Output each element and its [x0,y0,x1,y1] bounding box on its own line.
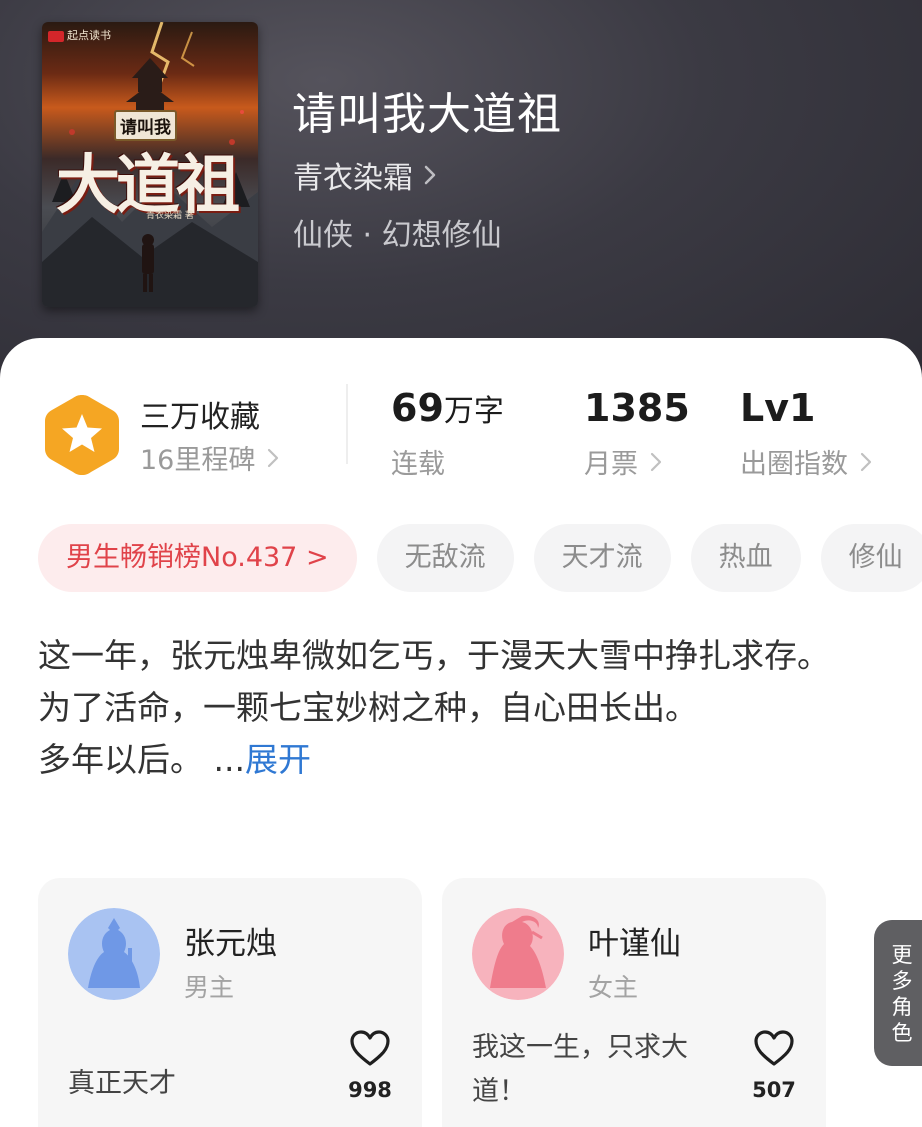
cover-publisher-logo: 起点读书 [48,27,111,43]
character-role: 女主 [588,973,639,1002]
cover-author: 青衣染霜 著 [146,211,194,221]
synopsis-paragraph: 多年以后。 ... [38,740,245,779]
publisher-badge-icon [48,30,64,42]
more-roles-char: 多 [891,969,913,993]
monthly-tickets-label: 月票 [584,449,638,480]
collection-badge-icon [45,395,119,475]
heart-icon[interactable] [752,1028,796,1068]
milestones-label: 16里程碑 [140,445,256,476]
author-name: 青衣染霜 [293,161,413,196]
chevron-right-icon [860,452,872,471]
more-roles-char: 更 [891,943,913,967]
stats-row: 三万收藏 16里程碑 69万字 连载 1385 月票 Lv1 出圈指数 [0,338,922,498]
character-avatar [68,908,160,1000]
like-count: 507 [752,1078,796,1102]
book-title: 请叫我大道祖 [292,89,562,140]
tag-list: 男生畅销榜No.437 > 无敌流 天才流 热血 修仙 [38,524,922,592]
tag-ranking[interactable]: 男生畅销榜No.437 > [38,524,357,592]
character-card[interactable]: 叶谨仙 女主 我这一生，只求大道！ 507 [442,878,826,1127]
female-silhouette-icon [472,908,564,1000]
character-quote: 真正天才 [68,1068,176,1099]
character-name: 张元烛 [184,926,277,962]
character-role: 男主 [184,973,235,1002]
tag-item[interactable]: 热血 [690,524,801,592]
stats-divider [346,384,348,464]
expand-synopsis-link[interactable]: 展开 [245,740,311,779]
author-link[interactable]: 青衣染霜 [293,155,437,196]
monthly-tickets-link[interactable]: 月票 [584,442,662,481]
more-roles-char: 角 [891,995,913,1019]
tag-item[interactable]: 修仙 [820,524,922,592]
monthly-tickets-count: 1385 [584,386,690,430]
character-name: 叶谨仙 [588,926,681,962]
collection-count: 三万收藏 [140,400,260,435]
more-roles-char: 色 [891,1021,913,1045]
book-cover[interactable]: 起点读书 请叫我 大道祖 青衣染霜 著 [42,22,258,307]
heart-icon[interactable] [348,1028,392,1068]
character-card[interactable]: 张元烛 男主 真正天才 998 [38,878,422,1127]
male-silhouette-icon [68,908,160,1000]
milestones-link[interactable]: 16里程碑 [140,438,279,477]
book-info-panel: 三万收藏 16里程碑 69万字 连载 1385 月票 Lv1 出圈指数 男生畅销… [0,338,922,1127]
serial-status: 连载 [391,449,445,480]
synopsis-last-line: 多年以后。 ...展开 [38,734,858,786]
tag-item[interactable]: 无敌流 [376,524,514,592]
tag-item[interactable]: 天才流 [533,524,671,592]
book-detail-page: 起点读书 请叫我 大道祖 青衣染霜 著 请叫我大道祖 青衣染霜 仙侠 · 幻想修… [0,0,922,1127]
synopsis-paragraph: 为了活命，一颗七宝妙树之种，自心田长出。 [38,688,698,727]
chevron-right-icon [650,452,662,471]
level-link[interactable]: 出圈指数 [740,442,872,481]
level-value: Lv1 [740,386,816,430]
synopsis-paragraph: 这一年，张元烛卑微如乞丐，于漫天大雪中挣扎求存。 [38,636,830,675]
level-label: 出圈指数 [740,449,848,480]
word-count: 69万字 [391,386,504,430]
character-avatar [472,908,564,1000]
chevron-right-icon [424,165,436,185]
character-quote: 我这一生，只求大道！ [472,1032,688,1107]
like-count: 998 [348,1078,392,1102]
more-characters-button[interactable]: 更 多 角 色 [874,920,922,1066]
synopsis: 这一年，张元烛卑微如乞丐，于漫天大雪中挣扎求存。 为了活命，一颗七宝妙树之种，自… [38,630,858,786]
chevron-right-icon [268,448,279,467]
genre-label: 仙侠 · 幻想修仙 [293,218,502,253]
